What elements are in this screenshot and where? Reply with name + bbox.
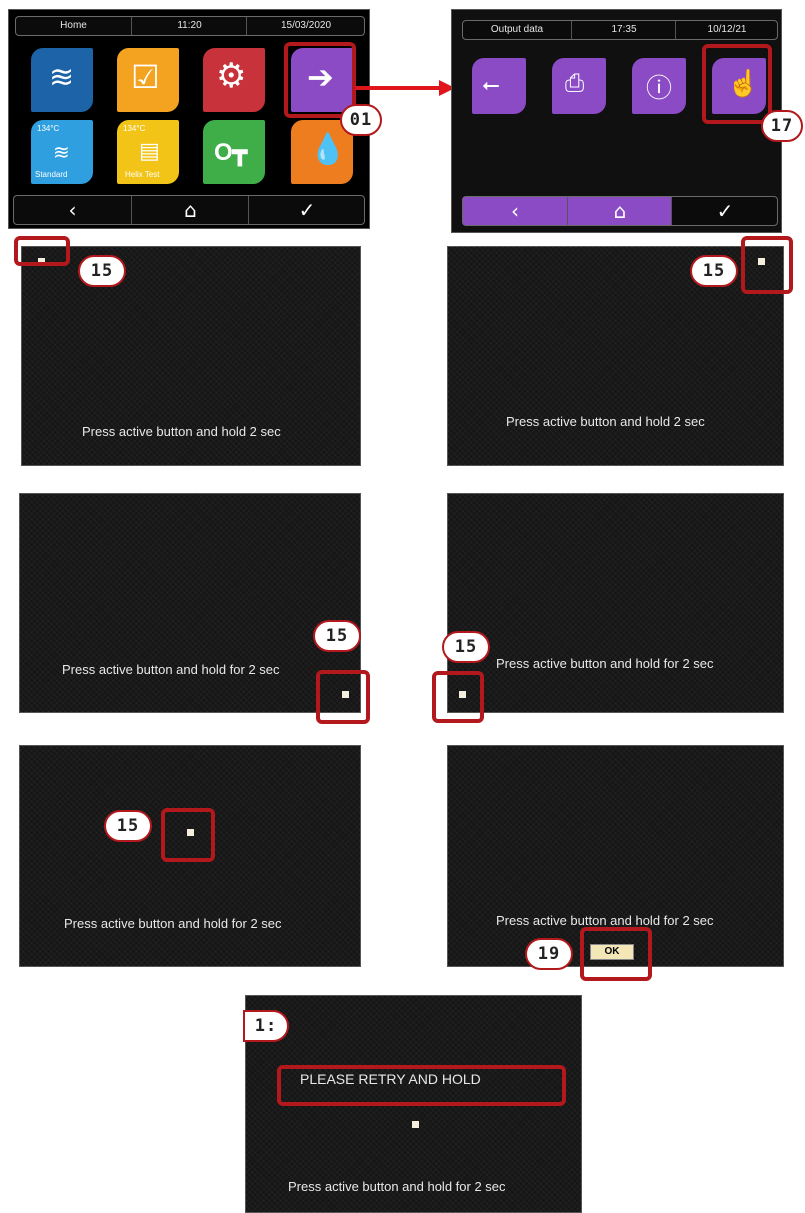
highlight-dot-1 xyxy=(14,236,70,266)
tile-temp-label: 134°C xyxy=(123,124,146,133)
usb-icon: ⭠ xyxy=(482,72,500,97)
callout-15-c: 15 xyxy=(313,620,361,652)
date-display: 10/12/21 xyxy=(675,21,778,39)
checklist-icon: ☑ xyxy=(131,59,160,95)
key-icon: O┳ xyxy=(214,139,248,166)
confirm-check-icon[interactable]: ✓ xyxy=(248,196,365,224)
instruction-text: Press active button and hold for 2 sec xyxy=(62,662,280,677)
callout-15-a: 15 xyxy=(78,255,126,287)
info-tile[interactable]: ⓘ xyxy=(632,58,686,114)
confirm-check-icon[interactable]: ✓ xyxy=(671,197,778,225)
output-top-bar: Output data 17:35 10/12/21 xyxy=(462,20,778,40)
back-icon[interactable]: ‹ xyxy=(14,196,131,224)
settings-gears-icon: ⚙ xyxy=(216,57,247,95)
instruction-text: Press active button and hold for 2 sec xyxy=(496,656,714,671)
checklist-tile[interactable]: ☑ xyxy=(117,48,179,112)
back-icon[interactable]: ‹ xyxy=(463,197,567,225)
callout-17: 17 xyxy=(761,110,803,142)
highlight-dot-2 xyxy=(741,236,793,294)
home-bottom-nav: ‹ ⌂ ✓ xyxy=(13,195,365,225)
highlight-touch-calibration xyxy=(702,44,772,124)
home-icon[interactable]: ⌂ xyxy=(131,196,249,224)
output-bottom-nav: ‹ ⌂ ✓ xyxy=(462,196,778,226)
highlight-dot-3 xyxy=(316,670,370,724)
calibration-target-dot[interactable] xyxy=(412,1121,419,1128)
key-tile[interactable]: O┳ xyxy=(203,120,265,184)
highlight-dot-4 xyxy=(432,671,484,723)
tile-standard-label: Standard xyxy=(35,170,68,179)
highlight-dot-5 xyxy=(161,808,215,862)
callout-01: 01 xyxy=(340,104,382,136)
printer-tile[interactable]: ⎙ xyxy=(552,58,606,114)
tab-home[interactable]: Home xyxy=(16,17,131,35)
highlight-ok-button xyxy=(580,927,652,981)
highlight-retry-message xyxy=(277,1065,566,1106)
home-icon[interactable]: ⌂ xyxy=(567,197,672,225)
printer-icon: ⎙ xyxy=(565,70,585,97)
instruction-text: Press active button and hold for 2 sec xyxy=(496,913,714,928)
calibration-step-3: Press active button and hold for 2 sec xyxy=(19,493,361,713)
heat-icon: ≋ xyxy=(49,61,75,94)
document-icon: ▤ xyxy=(139,138,160,163)
callout-19: 19 xyxy=(525,938,573,970)
helix-test-tile[interactable]: 134°C ▤ Helix Test xyxy=(117,120,179,184)
info-icon: ⓘ xyxy=(646,73,673,103)
instruction-text: Press active button and hold 2 sec xyxy=(506,414,705,429)
time-display: 11:20 xyxy=(131,17,247,35)
home-top-bar: Home 11:20 15/03/2020 xyxy=(15,16,365,36)
heat-tile[interactable]: ≋ xyxy=(31,48,93,112)
instruction-text: Press active button and hold for 2 sec xyxy=(288,1179,506,1194)
water-drop-icon: 💧 xyxy=(309,133,347,166)
callout-15-d: 15 xyxy=(442,631,490,663)
callout-1x: 1: xyxy=(243,1010,289,1042)
tile-helix-label: Helix Test xyxy=(125,170,160,179)
red-arrow-icon xyxy=(355,80,455,96)
settings-tile[interactable]: ⚙ xyxy=(203,48,265,112)
date-display: 15/03/2020 xyxy=(246,17,365,35)
instruction-text: Press active button and hold 2 sec xyxy=(82,424,281,439)
tab-output-data[interactable]: Output data xyxy=(463,21,571,39)
callout-15-e: 15 xyxy=(104,810,152,842)
time-display: 17:35 xyxy=(571,21,676,39)
instruction-text: Press active button and hold for 2 sec xyxy=(64,916,282,931)
steam-icon: ≋ xyxy=(53,142,70,164)
callout-15-b: 15 xyxy=(690,255,738,287)
usb-tile[interactable]: ⭠ xyxy=(472,58,526,114)
calibration-step-1: Press active button and hold 2 sec xyxy=(21,246,361,466)
tile-temp-label: 134°C xyxy=(37,124,60,133)
standard-cycle-tile[interactable]: 134°C ≋ Standard xyxy=(31,120,93,184)
calibration-step-4: Press active button and hold for 2 sec xyxy=(447,493,784,713)
